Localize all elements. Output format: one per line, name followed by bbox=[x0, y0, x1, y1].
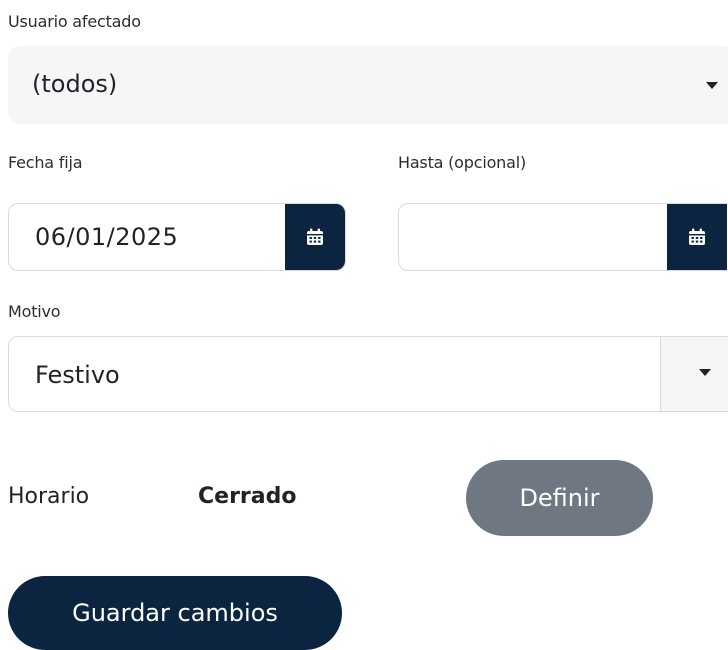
save-changes-button[interactable]: Guardar cambios bbox=[8, 576, 342, 650]
date-from-label: Fecha fija bbox=[8, 153, 83, 172]
schedule-value: Cerrado bbox=[198, 484, 297, 509]
calendar-icon bbox=[307, 228, 323, 245]
user-select[interactable]: (todos) bbox=[8, 46, 728, 124]
caret-down-icon bbox=[706, 82, 718, 89]
motivo-label: Motivo bbox=[8, 302, 61, 321]
motivo-dropdown-toggle[interactable] bbox=[660, 337, 728, 411]
motivo-select-value: Festivo bbox=[35, 361, 120, 389]
date-to-label: Hasta (opcional) bbox=[398, 153, 526, 172]
schedule-label: Horario bbox=[8, 484, 90, 509]
date-from-value: 06/01/2025 bbox=[35, 223, 179, 251]
date-to-calendar-button[interactable] bbox=[667, 204, 727, 270]
date-from-calendar-button[interactable] bbox=[285, 204, 345, 270]
date-from-input[interactable]: 06/01/2025 bbox=[8, 203, 346, 271]
calendar-icon bbox=[689, 228, 705, 245]
caret-down-icon bbox=[699, 369, 711, 376]
define-schedule-button[interactable]: Definir bbox=[466, 460, 653, 536]
date-to-input[interactable] bbox=[398, 203, 728, 271]
motivo-select[interactable]: Festivo bbox=[8, 336, 728, 412]
user-select-value: (todos) bbox=[32, 70, 118, 98]
user-field-label: Usuario afectado bbox=[8, 12, 141, 31]
